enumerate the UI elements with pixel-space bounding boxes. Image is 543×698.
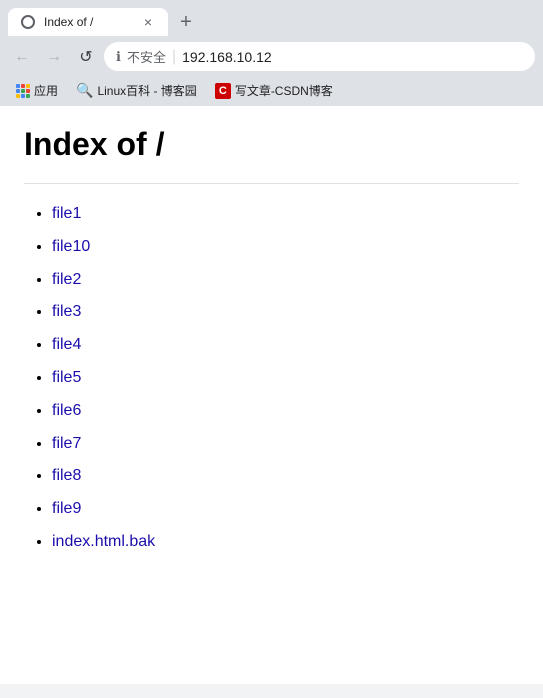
tab-favicon <box>20 14 36 30</box>
refresh-button[interactable]: ↺ <box>72 43 100 71</box>
list-item: file7 <box>52 430 519 459</box>
tab-title: Index of / <box>44 15 132 29</box>
separator <box>24 183 519 184</box>
file-link[interactable]: file3 <box>52 303 81 320</box>
file-link[interactable]: file7 <box>52 435 81 452</box>
file-link[interactable]: file8 <box>52 467 81 484</box>
bookmark-csdn-label: 写文章-CSDN博客 <box>235 82 333 99</box>
bookmarks-bar: 应用 🔍 Linux百科 - 博客园 C 写文章-CSDN博客 <box>0 77 543 106</box>
list-item: file1 <box>52 200 519 229</box>
list-item: index.html.bak <box>52 528 519 557</box>
apps-grid-icon <box>16 84 30 98</box>
bookmark-apps[interactable]: 应用 <box>8 79 66 102</box>
file-link[interactable]: file9 <box>52 500 81 517</box>
page-heading: Index of / <box>24 126 519 163</box>
globe-icon <box>21 15 35 29</box>
address-bar-row: ← → ↺ ℹ 不安全 | 192.168.10.12 <box>0 36 543 77</box>
csdn-icon: C <box>215 83 231 99</box>
bookmark-apps-label: 应用 <box>34 82 58 99</box>
file-link[interactable]: file6 <box>52 402 81 419</box>
bookmark-linux[interactable]: 🔍 Linux百科 - 博客园 <box>68 79 205 102</box>
address-divider: | <box>172 48 176 66</box>
file-link[interactable]: file10 <box>52 238 90 255</box>
active-tab[interactable]: Index of / × <box>8 8 168 36</box>
address-bar[interactable]: ℹ 不安全 | 192.168.10.12 <box>104 42 535 71</box>
back-button[interactable]: ← <box>8 43 36 71</box>
list-item: file5 <box>52 364 519 393</box>
page-content: Index of / file1file10file2file3file4fil… <box>0 106 543 684</box>
list-item: file10 <box>52 233 519 262</box>
file-list: file1 file10 file2 file3 file4 file5 file6 file… <box>24 200 519 557</box>
file-link[interactable]: file1 <box>52 205 81 222</box>
list-item: file8 <box>52 462 519 491</box>
list-item: file2 <box>52 266 519 295</box>
file-link[interactable]: index.html.bak <box>52 533 155 550</box>
browser-chrome: Index of / × + ← → ↺ ℹ 不安全 | 192.168.10.… <box>0 0 543 106</box>
tab-close-button[interactable]: × <box>140 14 156 30</box>
security-icon: ℹ <box>116 49 121 65</box>
list-item: file6 <box>52 397 519 426</box>
list-item: file3 <box>52 298 519 327</box>
bookmark-linux-label: Linux百科 - 博客园 <box>97 82 196 99</box>
list-item: file9 <box>52 495 519 524</box>
tab-bar: Index of / × + <box>0 0 543 36</box>
linux-icon: 🔍 <box>76 82 93 99</box>
address-url: 192.168.10.12 <box>182 49 272 65</box>
list-item: file4 <box>52 331 519 360</box>
new-tab-button[interactable]: + <box>172 8 200 36</box>
file-link[interactable]: file2 <box>52 271 81 288</box>
bookmark-csdn[interactable]: C 写文章-CSDN博客 <box>207 79 341 102</box>
file-link[interactable]: file5 <box>52 369 81 386</box>
forward-button[interactable]: → <box>40 43 68 71</box>
file-link[interactable]: file4 <box>52 336 81 353</box>
security-label: 不安全 <box>127 47 166 66</box>
